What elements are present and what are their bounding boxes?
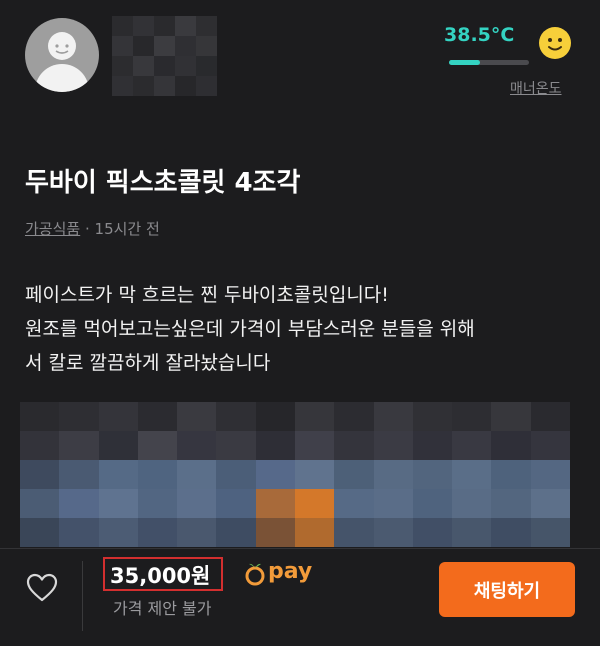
image-mosaic-block (412, 460, 453, 489)
image-mosaic-block (255, 402, 295, 431)
image-mosaic-block (177, 518, 217, 547)
image-mosaic-block (334, 402, 374, 431)
image-mosaic-block (294, 402, 335, 431)
description-line: 원조를 먹어보고는싶은데 가격이 부담스러운 분들을 위해 (25, 318, 475, 340)
image-mosaic-block (20, 460, 60, 489)
image-mosaic-block (177, 460, 217, 489)
listing-description: 페이스트가 막 흐르는 찐 두바이초콜릿입니다! 원조를 먹어보고는싶은데 가격… (25, 278, 585, 380)
smiling-face-icon (539, 27, 571, 59)
image-mosaic-block (294, 460, 335, 489)
image-mosaic-block (20, 431, 60, 460)
chat-button[interactable]: 채팅하기 (439, 562, 575, 617)
image-mosaic-block (334, 431, 374, 460)
image-mosaic-block (530, 489, 570, 518)
image-mosaic-block (412, 518, 453, 547)
pay-label: pay (268, 559, 313, 584)
image-mosaic-block (294, 518, 335, 547)
description-line: 서 칼로 깔끔하게 잘라놨습니다 (25, 352, 271, 374)
image-mosaic-block (98, 518, 138, 547)
description-line: 페이스트가 막 흐르는 찐 두바이초콜릿입니다! (25, 284, 389, 306)
image-mosaic-block (137, 402, 178, 431)
image-mosaic-block (59, 518, 99, 547)
image-mosaic-block (334, 518, 374, 547)
image-mosaic-block (452, 402, 492, 431)
seller-header: 38.5°C 매너온도 (0, 0, 600, 120)
image-mosaic-block (137, 518, 178, 547)
image-mosaic-block (452, 489, 492, 518)
image-mosaic-block (294, 431, 335, 460)
image-mosaic-block (216, 489, 256, 518)
image-mosaic-block (20, 402, 60, 431)
image-mosaic-block (452, 431, 492, 460)
image-mosaic-block (530, 431, 570, 460)
orange-pay-icon (245, 563, 265, 586)
listing-meta: 가공식품 · 15시간 전 (25, 218, 160, 239)
image-mosaic-block (59, 489, 99, 518)
heart-outline-icon[interactable] (26, 573, 58, 603)
image-mosaic-block (98, 489, 138, 518)
image-mosaic-block (137, 489, 178, 518)
bottom-action-bar: 35,000원 pay 가격 제안 불가 채팅하기 (0, 548, 600, 646)
image-mosaic-block (373, 489, 413, 518)
image-mosaic-block (412, 431, 453, 460)
image-mosaic-block (20, 518, 60, 547)
listing-price: 35,000원 (110, 564, 211, 588)
image-mosaic-block (373, 460, 413, 489)
image-mosaic-block (216, 460, 256, 489)
image-mosaic-block (530, 460, 570, 489)
image-mosaic-block (373, 518, 413, 547)
image-mosaic-block (294, 489, 335, 518)
image-mosaic-block (98, 460, 138, 489)
image-mosaic-block (216, 431, 256, 460)
image-mosaic-block (255, 518, 295, 547)
image-mosaic-block (177, 402, 217, 431)
default-user-avatar-icon (55, 44, 69, 54)
manner-temperature-bar-fill (449, 60, 480, 65)
image-mosaic-block (491, 402, 531, 431)
manner-temperature-label[interactable]: 매너온도 (510, 78, 562, 98)
image-mosaic-block (59, 402, 99, 431)
image-mosaic-block (334, 489, 374, 518)
image-mosaic-block (530, 402, 570, 431)
manner-temperature-value: 38.5°C (444, 24, 515, 46)
image-mosaic-block (373, 402, 413, 431)
image-mosaic-block (137, 460, 178, 489)
seller-avatar[interactable] (25, 18, 99, 92)
price-offer-note: 가격 제안 불가 (113, 599, 212, 618)
image-mosaic-block (59, 460, 99, 489)
image-mosaic-block (137, 431, 178, 460)
listing-image-blurred[interactable] (20, 402, 570, 547)
image-mosaic-block (255, 431, 295, 460)
image-mosaic-block (412, 489, 453, 518)
image-mosaic-block (412, 402, 453, 431)
image-mosaic-block (216, 518, 256, 547)
seller-name-blurred (112, 16, 217, 96)
image-mosaic-block (177, 489, 217, 518)
image-mosaic-block (98, 431, 138, 460)
image-mosaic-block (530, 518, 570, 547)
image-mosaic-block (452, 460, 492, 489)
image-mosaic-block (59, 431, 99, 460)
image-mosaic-block (373, 431, 413, 460)
listing-title: 두바이 픽스초콜릿 4조각 (25, 168, 301, 198)
image-mosaic-block (98, 402, 138, 431)
image-mosaic-block (20, 489, 60, 518)
image-mosaic-block (491, 460, 531, 489)
image-mosaic-block (491, 489, 531, 518)
listing-category-link[interactable]: 가공식품 (25, 220, 80, 238)
image-mosaic-block (491, 518, 531, 547)
image-mosaic-block (216, 402, 256, 431)
listing-posted-time: · 15시간 전 (84, 220, 160, 238)
image-mosaic-block (177, 431, 217, 460)
image-mosaic-block (255, 489, 295, 518)
manner-temperature-bar (449, 60, 529, 65)
image-mosaic-block (452, 518, 492, 547)
image-mosaic-block (491, 431, 531, 460)
image-mosaic-block (334, 460, 374, 489)
image-mosaic-block (255, 460, 295, 489)
vertical-divider (82, 561, 83, 631)
